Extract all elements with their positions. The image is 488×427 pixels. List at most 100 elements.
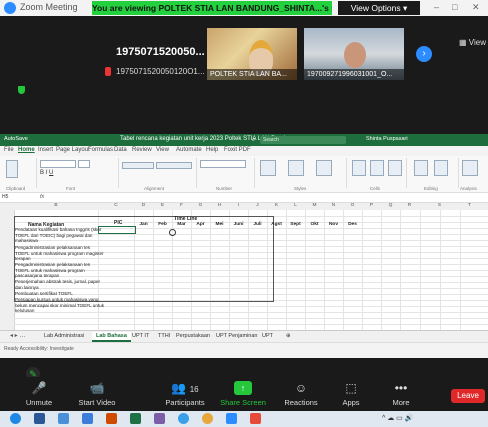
font-name-select[interactable]: [40, 160, 76, 168]
autosave-toggle[interactable]: AutoSave: [4, 136, 28, 142]
task-cell[interactable]: Penerjemahan abstrak tesis, jurnal, pape…: [15, 279, 105, 290]
column-header[interactable]: L: [286, 203, 305, 208]
column-header[interactable]: I: [229, 203, 248, 208]
tab-foxit-pdf[interactable]: Foxit PDF: [224, 147, 251, 153]
add-sheet-icon[interactable]: ⊕: [282, 332, 295, 340]
sort-filter-icon[interactable]: [414, 160, 428, 176]
app-icon[interactable]: [154, 413, 165, 424]
start-video-button[interactable]: 📹 Start Video: [62, 377, 132, 411]
security-shield-icon[interactable]: [18, 86, 25, 94]
minimize-button[interactable]: –: [434, 2, 439, 12]
column-header[interactable]: S: [430, 203, 449, 208]
column-header[interactable]: Q: [381, 203, 400, 208]
video-tile[interactable]: POLTEK STIA LAN BA...: [207, 28, 297, 80]
search-input[interactable]: Search: [260, 136, 346, 144]
column-header[interactable]: K: [267, 203, 286, 208]
sheet-tab[interactable]: Lab Administrasi: [40, 332, 88, 340]
gridline: [14, 324, 488, 325]
video-tile[interactable]: 197009271996031001_O...: [304, 28, 404, 80]
conditional-formatting-icon[interactable]: [260, 160, 276, 176]
leave-button[interactable]: Leave: [451, 389, 485, 403]
sheet-tab[interactable]: UPT IT: [128, 332, 153, 340]
column-header[interactable]: C: [98, 203, 134, 208]
tab-view[interactable]: View: [156, 147, 169, 153]
column-header[interactable]: J: [248, 203, 267, 208]
app-icon[interactable]: [82, 413, 93, 424]
column-header[interactable]: N: [324, 203, 343, 208]
formula-bar: [0, 193, 488, 203]
fx-icon[interactable]: fx: [40, 194, 44, 200]
app-icon[interactable]: [106, 413, 117, 424]
excel-app-icon[interactable]: [130, 413, 141, 424]
video-tile-label: POLTEK STIA LAN BA...: [207, 69, 297, 80]
tab-data[interactable]: Data: [114, 147, 127, 153]
month-header: Juni: [233, 222, 244, 227]
sheet-tab-active[interactable]: Lab Bahasa: [92, 332, 131, 342]
number-format-select[interactable]: [200, 160, 246, 168]
task-cell[interactable]: Persiapan kursus untuk mahasiswa yang be…: [15, 297, 105, 314]
tab-review[interactable]: Review: [132, 147, 152, 153]
next-page-arrow-icon[interactable]: ›: [416, 46, 432, 62]
tab-page-layout[interactable]: Page Layout: [56, 147, 90, 153]
video-off-icon: 📹: [89, 381, 105, 395]
column-header[interactable]: B: [14, 203, 98, 208]
wrap-text-button[interactable]: [156, 162, 192, 169]
task-cell[interactable]: Pendataan kualifikasi bahasa Inggris (sk…: [15, 227, 105, 244]
task-cell[interactable]: Pengadministrasian pelaksanaan tes TOEFL…: [15, 262, 105, 279]
start-menu-icon[interactable]: [10, 413, 21, 424]
column-header[interactable]: P: [362, 203, 381, 208]
sheet-tab[interactable]: UPT: [258, 332, 277, 340]
column-header[interactable]: O: [343, 203, 362, 208]
find-select-icon[interactable]: [434, 160, 448, 176]
tab-file[interactable]: File: [4, 147, 14, 153]
insert-cells-icon[interactable]: [352, 160, 366, 176]
column-header[interactable]: T: [460, 203, 479, 208]
name-box[interactable]: H5: [2, 194, 30, 201]
column-header[interactable]: M: [305, 203, 324, 208]
font-size-select[interactable]: [78, 160, 90, 168]
group-label: Font: [66, 186, 76, 191]
tab-help[interactable]: Help: [206, 147, 218, 153]
close-button[interactable]: ✕: [472, 2, 480, 13]
tab-insert[interactable]: Insert: [38, 147, 53, 153]
task-view-icon[interactable]: [34, 413, 45, 424]
chrome-icon[interactable]: [202, 413, 213, 424]
column-header[interactable]: E: [153, 203, 172, 208]
analyze-data-icon[interactable]: [462, 160, 478, 176]
column-header[interactable]: G: [191, 203, 210, 208]
selected-cell[interactable]: [98, 226, 136, 234]
column-header[interactable]: D: [134, 203, 153, 208]
maximize-button[interactable]: □: [452, 2, 457, 12]
gridline: [305, 210, 306, 330]
format-as-table-icon[interactable]: [288, 160, 304, 176]
view-options-button[interactable]: View Options ▾: [338, 1, 420, 15]
column-header[interactable]: R: [400, 203, 419, 208]
gridline: [381, 210, 382, 330]
sheet-nav-arrows-icon[interactable]: ◂ ▸ …: [6, 332, 29, 340]
view-button[interactable]: ▦ View: [459, 38, 486, 47]
sheet-tab[interactable]: Perpustakaan: [172, 332, 214, 340]
task-cell[interactable]: Pengadministrasian pelaksanaan tes TOEFL…: [15, 245, 105, 262]
paste-icon[interactable]: [6, 160, 18, 178]
column-header[interactable]: H: [210, 203, 229, 208]
delete-cells-icon[interactable]: [370, 160, 384, 176]
zoom-app-icon[interactable]: [226, 413, 237, 424]
bold-italic-underline-icon[interactable]: B I U: [40, 170, 53, 176]
more-label: More: [392, 398, 410, 407]
column-header[interactable]: F: [172, 203, 191, 208]
format-cells-icon[interactable]: [388, 160, 402, 176]
tab-automate[interactable]: Automate: [176, 147, 202, 153]
cell-styles-icon[interactable]: [316, 160, 332, 176]
status-text: Ready Accessibility: Investigate: [4, 346, 74, 352]
app-icon[interactable]: [178, 413, 189, 424]
tab-formulas[interactable]: Formulas: [88, 147, 113, 153]
align-icons[interactable]: [122, 162, 154, 169]
system-tray[interactable]: ^ ☁ ▭ 🔊: [382, 414, 413, 422]
app-icon[interactable]: [250, 413, 261, 424]
more-button[interactable]: ••• More: [366, 377, 436, 411]
sheet-tab[interactable]: UPT Penjaminan: [212, 332, 261, 340]
app-icon[interactable]: [58, 413, 69, 424]
group-label: Clipboard: [6, 186, 26, 191]
tab-home[interactable]: Home: [18, 147, 35, 153]
task-cell[interactable]: Pembuatan sertifikat TOEFL: [15, 291, 105, 297]
